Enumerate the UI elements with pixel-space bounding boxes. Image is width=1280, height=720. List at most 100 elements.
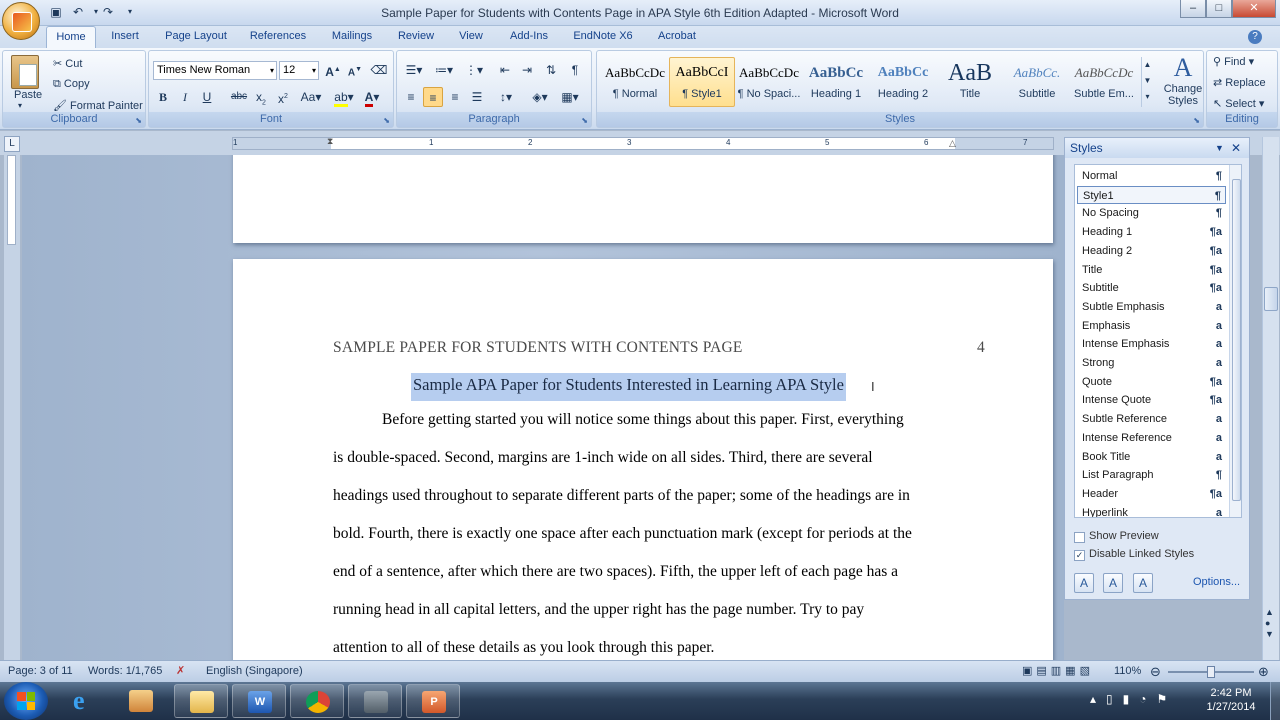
style-no-spacing[interactable]: AaBbCcDc ¶ No Spaci... — [736, 57, 802, 107]
dialog-launcher-icon[interactable]: ⬊ — [383, 116, 390, 125]
show-preview-checkbox[interactable] — [1074, 532, 1085, 543]
strikethrough-icon[interactable]: abc — [229, 87, 249, 107]
running-head[interactable]: SAMPLE PAPER FOR STUDENTS WITH CONTENTS … — [333, 339, 743, 357]
borders-icon[interactable]: ▦▾ — [557, 87, 583, 107]
indent-marker-icon[interactable]: ⧗ — [327, 136, 333, 147]
style-style1[interactable]: AaBbCcI ¶ Style1 — [669, 57, 735, 107]
close-icon[interactable]: ✕ — [1231, 138, 1241, 158]
customize-toolbar-icon[interactable]: ▾ — [122, 4, 138, 20]
select-button[interactable]: ↖ Select ▾ — [1213, 97, 1264, 110]
page-previous[interactable] — [233, 155, 1053, 243]
style-heading-1[interactable]: AaBbCc Heading 1 — [803, 57, 869, 107]
taskbar-ie[interactable]: e — [58, 684, 112, 718]
style-list-item[interactable]: Header ¶a — [1077, 485, 1226, 503]
vertical-ruler[interactable] — [4, 155, 20, 660]
tray-icons[interactable]: ▴▯▮◔⚑ — [1090, 692, 1177, 706]
paragraph-line[interactable]: is double-spaced. Second, margins are 1-… — [333, 449, 873, 467]
style-list-item[interactable]: Title ¶a — [1077, 261, 1226, 279]
word-count[interactable]: Words: 1/1,765 — [88, 661, 162, 682]
font-size-select[interactable]: 12 ▾ — [279, 61, 319, 80]
tab-add-ins[interactable]: Add-Ins — [500, 26, 558, 48]
minimize-button[interactable]: – — [1180, 0, 1206, 18]
style-inspector-icon[interactable]: A — [1103, 573, 1123, 593]
style-subtle-emphasis[interactable]: AaBbCcDc Subtle Em... — [1071, 57, 1137, 107]
paragraph-line[interactable]: attention to all of these details as you… — [333, 639, 714, 657]
cut-button[interactable]: ✂ Cut — [53, 57, 82, 70]
style-list-item[interactable]: Normal ¶ — [1077, 167, 1226, 185]
change-styles-button[interactable]: A Change Styles — [1163, 53, 1203, 113]
tab-selector-icon[interactable]: L — [4, 136, 20, 152]
tab-view[interactable]: View — [450, 26, 492, 48]
page-number[interactable]: 4 — [977, 339, 985, 357]
italic-icon[interactable]: I — [175, 87, 195, 107]
dialog-launcher-icon[interactable]: ⬊ — [1193, 116, 1200, 125]
browse-arrows-icon[interactable]: ▲ ● ▼ — [1265, 607, 1274, 640]
tab-endnote[interactable]: EndNote X6 — [566, 26, 640, 48]
line-spacing-icon[interactable]: ↕▾ — [493, 87, 519, 107]
taskbar-app[interactable] — [348, 684, 402, 718]
maximize-button[interactable]: □ — [1206, 0, 1232, 18]
style-list-item[interactable]: Hyperlink a — [1077, 504, 1226, 517]
tab-references[interactable]: References — [242, 26, 314, 48]
zoom-level[interactable]: 110% — [1114, 661, 1141, 682]
close-button[interactable]: ✕ — [1232, 0, 1276, 18]
tab-insert[interactable]: Insert — [102, 26, 148, 48]
taskbar-powerpoint[interactable]: P — [406, 684, 460, 718]
document-title[interactable]: Sample APA Paper for Students Interested… — [411, 373, 846, 401]
sort-icon[interactable]: ⇅ — [541, 60, 561, 80]
page-count[interactable]: Page: 3 of 11 — [8, 661, 73, 682]
view-buttons[interactable]: ▣▤▥▦▧ — [1022, 661, 1094, 682]
gallery-scroll[interactable]: ▲ ▼ ▾ — [1141, 57, 1153, 107]
decrease-indent-icon[interactable]: ⇤ — [495, 60, 515, 80]
replace-button[interactable]: ⇄ Replace — [1213, 76, 1266, 89]
paragraph-line[interactable]: end of a sentence, after which there are… — [333, 563, 898, 581]
copy-button[interactable]: ⧉ Copy — [53, 78, 90, 91]
style-subtitle[interactable]: AaBbCc. Subtitle — [1004, 57, 1070, 107]
show-hide-marks-icon[interactable]: ¶ — [565, 60, 585, 80]
start-button[interactable] — [4, 682, 48, 720]
tab-acrobat[interactable]: Acrobat — [648, 26, 706, 48]
style-list-item[interactable]: Intense Emphasis a — [1077, 335, 1226, 353]
language[interactable]: English (Singapore) — [206, 661, 303, 682]
style-list-item[interactable]: No Spacing ¶ — [1077, 204, 1226, 222]
disable-linked-checkbox[interactable]: ✓ — [1074, 550, 1085, 561]
align-left-icon[interactable]: ≡ — [401, 87, 421, 107]
style-list-item[interactable]: Subtle Emphasis a — [1077, 298, 1226, 316]
tab-review[interactable]: Review — [390, 26, 442, 48]
paste-label[interactable]: Paste — [14, 89, 42, 101]
taskbar-media[interactable] — [114, 684, 168, 718]
change-case-icon[interactable]: Aa▾ — [297, 87, 325, 107]
style-normal[interactable]: AaBbCcDc ¶ Normal — [602, 57, 668, 107]
save-icon[interactable]: ▣ — [48, 4, 64, 20]
tab-mailings[interactable]: Mailings — [322, 26, 382, 48]
style-list-item[interactable]: Heading 1 ¶a — [1077, 223, 1226, 241]
zoom-in-icon[interactable]: ⊕ — [1258, 661, 1269, 682]
proofing-icon[interactable]: ✗ — [176, 661, 185, 682]
document-area[interactable]: SAMPLE PAPER FOR STUDENTS WITH CONTENTS … — [22, 155, 1064, 660]
style-list-item[interactable]: Book Title a — [1077, 448, 1226, 466]
page-current[interactable]: SAMPLE PAPER FOR STUDENTS WITH CONTENTS … — [233, 259, 1053, 660]
numbering-icon[interactable]: ≔▾ — [431, 60, 457, 80]
zoom-slider-thumb[interactable] — [1207, 666, 1215, 678]
taskbar-explorer[interactable] — [174, 684, 228, 718]
format-painter-button[interactable]: 🖌 Format Painter — [53, 99, 143, 112]
style-list-item[interactable]: Style1 ¶ — [1077, 185, 1226, 204]
pane-menu-icon[interactable]: ▼ — [1215, 138, 1224, 158]
style-list-item[interactable]: Subtitle ¶a — [1077, 279, 1226, 297]
style-list-item[interactable]: List Paragraph ¶ — [1077, 466, 1226, 484]
style-list-item[interactable]: Subtle Reference a — [1077, 410, 1226, 428]
style-list-item[interactable]: Intense Quote ¶a — [1077, 391, 1226, 409]
tab-home[interactable]: Home — [46, 26, 96, 49]
bullets-icon[interactable]: ☰▾ — [401, 60, 427, 80]
font-color-icon[interactable]: A▾ — [359, 87, 385, 107]
style-title[interactable]: AaB Title — [937, 57, 1003, 107]
show-desktop-button[interactable] — [1270, 682, 1280, 720]
taskbar-word[interactable]: W — [232, 684, 286, 718]
shading-icon[interactable]: ◈▾ — [527, 87, 553, 107]
redo-icon[interactable]: ↷ — [100, 4, 116, 20]
zoom-out-icon[interactable]: ⊖ — [1150, 661, 1161, 682]
style-list-item[interactable]: Intense Reference a — [1077, 429, 1226, 447]
horizontal-ruler[interactable]: 1 1 2 3 4 5 6 7 ⧗ △ — [232, 136, 1054, 150]
clear-formatting-icon[interactable]: ⌫ — [369, 60, 389, 80]
justify-icon[interactable]: ☰ — [467, 87, 487, 107]
